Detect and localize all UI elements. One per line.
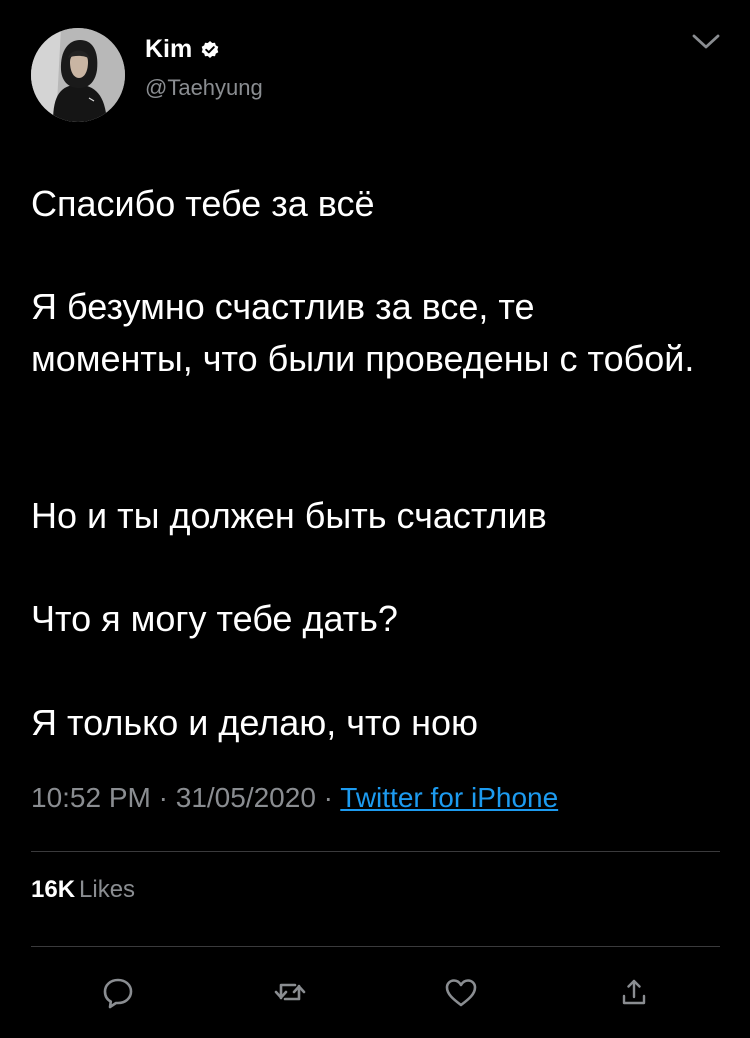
divider: [31, 851, 720, 852]
likes-count: 16K: [31, 876, 76, 903]
likes-label: Likes: [79, 876, 136, 903]
verified-badge-icon: [200, 40, 220, 60]
tweet-paragraph: Что я могу тебе дать?: [31, 598, 398, 639]
tweet-source-link[interactable]: Twitter for iPhone: [340, 782, 558, 813]
chevron-down-icon[interactable]: [691, 30, 721, 54]
likes-stat[interactable]: 16K Likes: [31, 876, 135, 904]
meta-separator: ·: [315, 782, 341, 813]
tweet-paragraph: Спасибо тебе за всё: [31, 183, 375, 224]
tweet-detail-page: Kim @Taehyung Спасибо тебе за всё Я безу…: [0, 0, 750, 1038]
share-button[interactable]: [612, 970, 656, 1014]
tweet-actions: [0, 970, 750, 1014]
avatar-image: [31, 28, 125, 122]
tweet-paragraph: Но и ты должен быть счастлив: [31, 495, 547, 536]
retweet-icon: [274, 983, 306, 1001]
tweet-paragraph: Я только и делаю, что ною: [31, 702, 478, 743]
like-button[interactable]: [439, 970, 483, 1014]
retweet-button[interactable]: [268, 970, 312, 1014]
user-handle[interactable]: @Taehyung: [145, 75, 263, 101]
display-name[interactable]: Kim: [145, 35, 192, 64]
avatar[interactable]: [31, 28, 125, 122]
share-icon: [622, 979, 646, 1005]
tweet-meta: 10:52 PM · 31/05/2020 · Twitter for iPho…: [31, 782, 558, 814]
tweet-header: Kim @Taehyung: [31, 28, 721, 124]
tweet-date: 31/05/2020: [175, 782, 316, 813]
tweet-time: 10:52 PM: [31, 782, 151, 813]
reply-icon: [103, 978, 133, 1009]
tweet-paragraph: Я безумно счастлив за все, те моменты, ч…: [31, 286, 695, 379]
meta-separator: ·: [150, 782, 176, 813]
heart-icon: [445, 979, 477, 1007]
reply-button[interactable]: [96, 970, 140, 1014]
name-row: Kim: [145, 35, 220, 64]
divider: [31, 946, 720, 947]
